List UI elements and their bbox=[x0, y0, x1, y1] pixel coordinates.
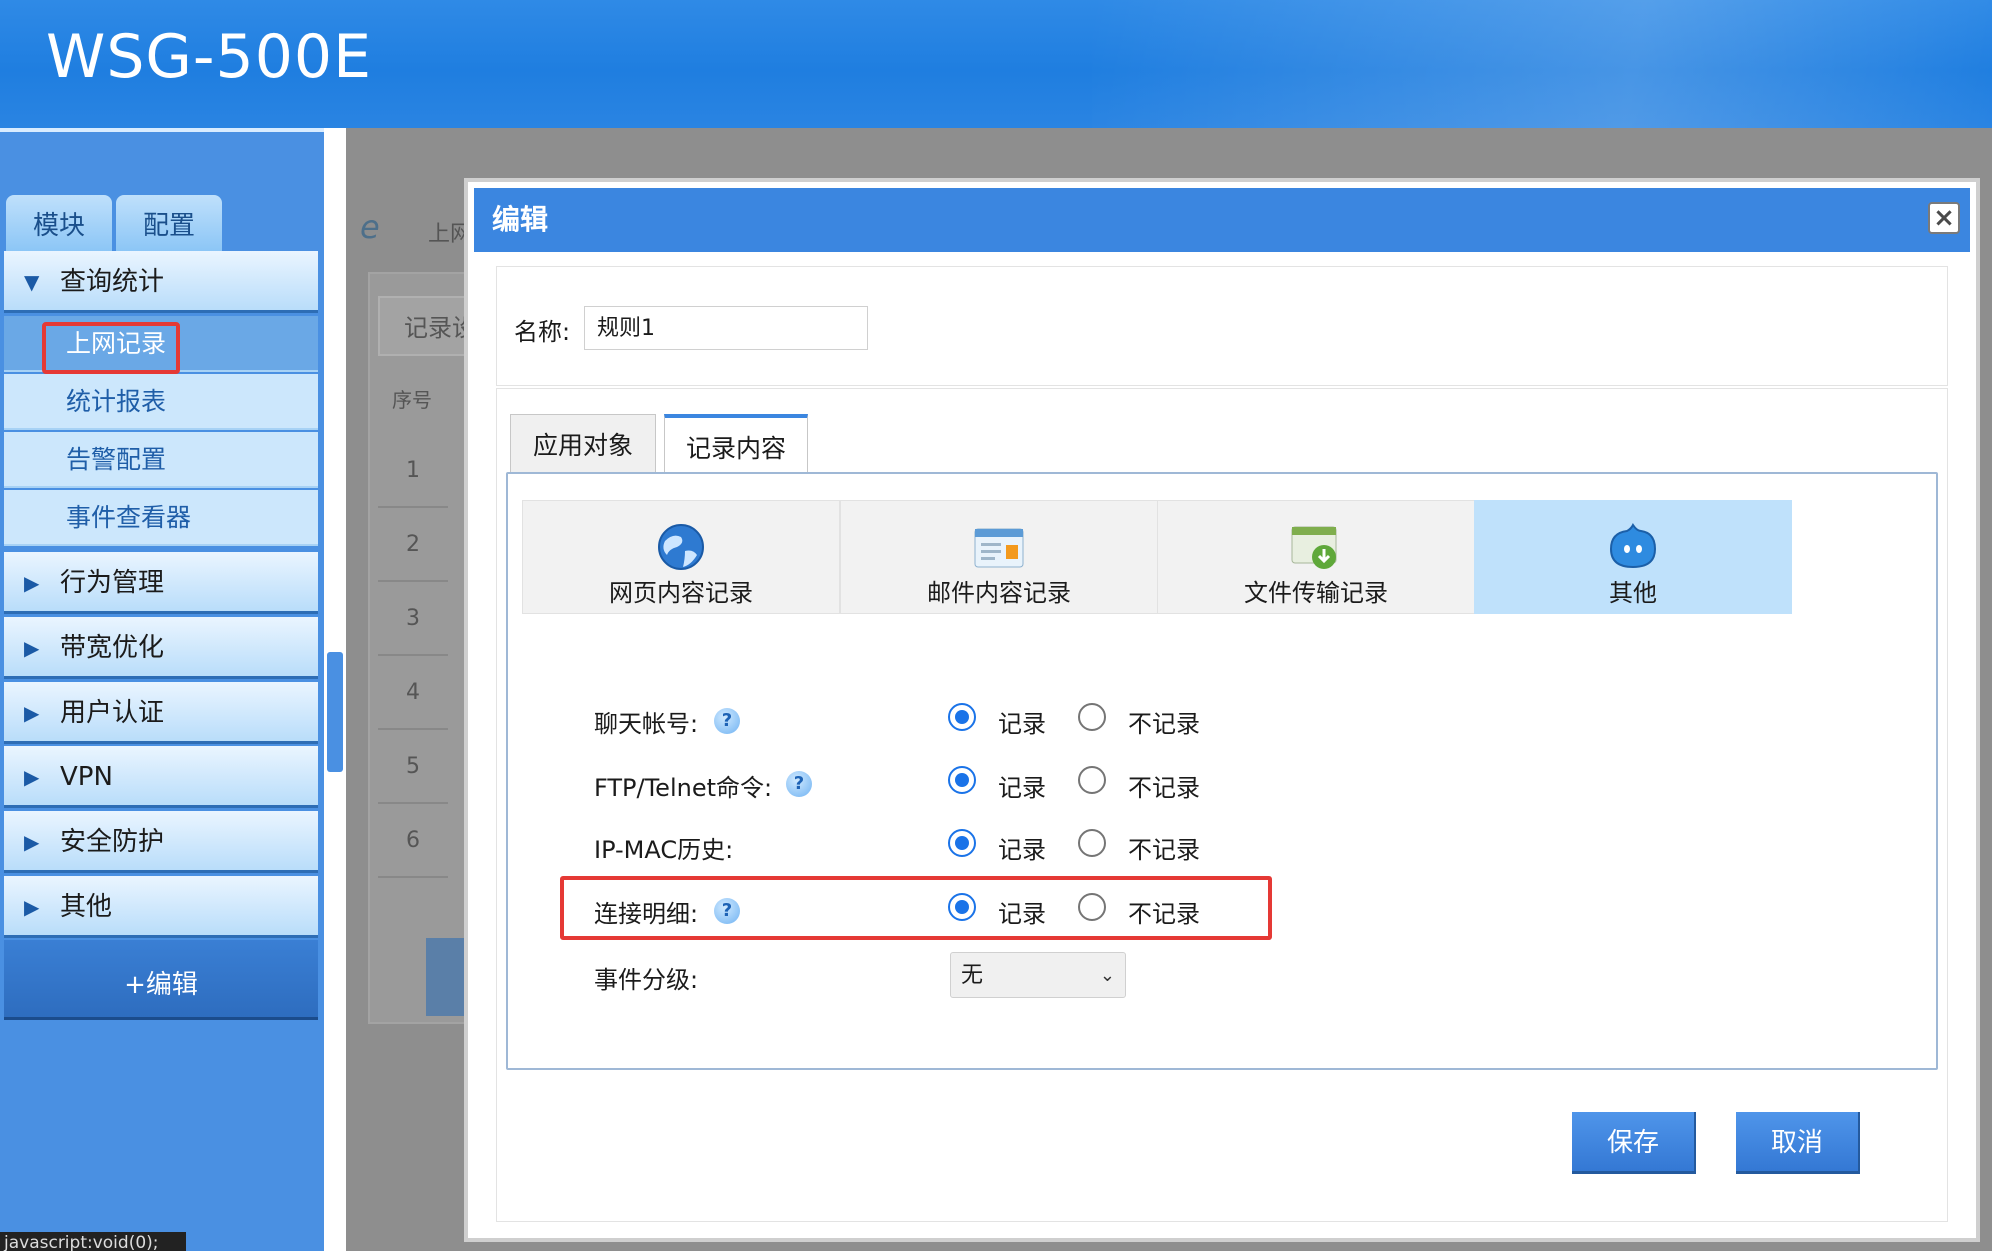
radio-label-no-record: 不记录 bbox=[1128, 710, 1200, 738]
event-level-value: 无 bbox=[961, 963, 984, 988]
chat-account-label: 聊天帐号: bbox=[594, 710, 699, 738]
sidebar-category-auth[interactable]: ▶ 用户认证 bbox=[4, 682, 318, 744]
sidebar-category-label: 其他 bbox=[60, 892, 113, 922]
sidebar-category-label: 安全防护 bbox=[60, 827, 165, 857]
name-input[interactable]: 规则1 bbox=[584, 306, 868, 350]
ip-mac-history-label: IP-MAC历史: bbox=[594, 836, 734, 864]
background-seq-header: 序号 bbox=[392, 388, 432, 412]
sidebar-category-bandwidth[interactable]: ▶ 带宽优化 bbox=[4, 617, 318, 679]
category-file-transfer[interactable]: 文件传输记录 bbox=[1157, 500, 1475, 614]
triangle-right-icon: ▶ bbox=[24, 765, 40, 789]
help-icon[interactable]: ? bbox=[786, 771, 812, 797]
table-row: 6 bbox=[378, 804, 448, 878]
name-label: 名称: bbox=[514, 318, 571, 346]
sidebar-item-label: 统计报表 bbox=[66, 387, 167, 416]
globe-icon bbox=[658, 524, 704, 570]
sidebar-category-vpn[interactable]: ▶ VPN bbox=[4, 746, 318, 808]
file-transfer-icon bbox=[1291, 526, 1337, 569]
triangle-right-icon: ▶ bbox=[24, 830, 40, 854]
sidebar-category-other[interactable]: ▶ 其他 bbox=[4, 876, 318, 938]
dialog-title: 编辑 bbox=[474, 188, 1970, 252]
triangle-right-icon: ▶ bbox=[24, 895, 40, 919]
chat-account-no-record-radio[interactable] bbox=[1078, 703, 1106, 731]
triangle-right-icon: ▶ bbox=[24, 701, 40, 725]
radio-label-no-record: 不记录 bbox=[1128, 836, 1200, 864]
sidebar-edit-button[interactable]: +编辑 bbox=[4, 940, 318, 1020]
chevron-down-icon: ⌄ bbox=[1099, 965, 1115, 986]
ip-mac-record-radio[interactable] bbox=[948, 829, 976, 857]
chat-bubble-icon bbox=[1609, 523, 1657, 569]
sidebar-tab-module[interactable]: 模块 bbox=[6, 195, 112, 251]
mail-icon bbox=[974, 528, 1024, 568]
chat-account-record-radio[interactable] bbox=[948, 703, 976, 731]
radio-label-record: 记录 bbox=[998, 774, 1046, 802]
save-button[interactable]: 保存 bbox=[1572, 1112, 1696, 1174]
highlight-box-sidebar bbox=[42, 322, 180, 374]
table-row: 2 bbox=[378, 508, 448, 582]
category-other[interactable]: 其他 bbox=[1474, 500, 1792, 614]
browser-icon: e bbox=[360, 208, 380, 246]
sidebar-category-label: VPN bbox=[60, 762, 113, 792]
sidebar-item-label: 事件查看器 bbox=[66, 503, 192, 532]
close-icon[interactable]: × bbox=[1928, 202, 1960, 234]
sidebar-item-stat-reports[interactable]: 统计报表 bbox=[4, 374, 318, 430]
category-label: 其他 bbox=[1609, 579, 1657, 607]
sidebar-category-label: 用户认证 bbox=[60, 698, 165, 728]
triangle-down-icon: ▼ bbox=[24, 270, 40, 294]
sidebar-item-event-viewer[interactable]: 事件查看器 bbox=[4, 490, 318, 546]
cancel-button[interactable]: 取消 bbox=[1736, 1112, 1860, 1174]
event-level-select[interactable]: 无 ⌄ bbox=[950, 952, 1126, 998]
tab-apply-object[interactable]: 应用对象 bbox=[510, 414, 656, 474]
radio-label-no-record: 不记录 bbox=[1128, 774, 1200, 802]
sidebar-category-behavior[interactable]: ▶ 行为管理 bbox=[4, 552, 318, 614]
table-row: 5 bbox=[378, 730, 448, 804]
triangle-right-icon: ▶ bbox=[24, 636, 40, 660]
sidebar-category-query[interactable]: ▼ 查询统计 bbox=[4, 251, 318, 313]
product-logo: WSG-500E bbox=[46, 22, 372, 92]
ftp-telnet-no-record-radio[interactable] bbox=[1078, 766, 1106, 794]
sidebar-category-security[interactable]: ▶ 安全防护 bbox=[4, 811, 318, 873]
category-web-content[interactable]: 网页内容记录 bbox=[522, 500, 840, 614]
event-level-label: 事件分级: bbox=[594, 966, 699, 994]
sidebar-category-label: 带宽优化 bbox=[60, 633, 165, 663]
sidebar-category-label: 查询统计 bbox=[60, 267, 165, 297]
radio-label-record: 记录 bbox=[998, 836, 1046, 864]
highlight-box-connection-detail bbox=[560, 876, 1272, 940]
help-icon[interactable]: ? bbox=[714, 708, 740, 734]
sidebar-item-alert-config[interactable]: 告警配置 bbox=[4, 432, 318, 488]
category-label: 网页内容记录 bbox=[609, 579, 753, 607]
triangle-right-icon: ▶ bbox=[24, 571, 40, 595]
sidebar-category-label: 行为管理 bbox=[60, 568, 165, 598]
category-label: 邮件内容记录 bbox=[927, 579, 1071, 607]
collapse-sidebar-handle[interactable] bbox=[327, 652, 343, 772]
ftp-telnet-label: FTP/Telnet命令: bbox=[594, 774, 773, 802]
table-row: 3 bbox=[378, 582, 448, 656]
status-bar: javascript:void(0); bbox=[0, 1232, 186, 1251]
category-mail-content[interactable]: 邮件内容记录 bbox=[840, 500, 1158, 614]
category-label: 文件传输记录 bbox=[1244, 579, 1388, 607]
table-row: 1 bbox=[378, 434, 448, 508]
radio-label-record: 记录 bbox=[998, 710, 1046, 738]
sidebar-item-label: 告警配置 bbox=[66, 445, 167, 474]
tab-record-content[interactable]: 记录内容 bbox=[664, 414, 808, 474]
ip-mac-no-record-radio[interactable] bbox=[1078, 829, 1106, 857]
sidebar-tab-config[interactable]: 配置 bbox=[116, 195, 222, 251]
table-row: 4 bbox=[378, 656, 448, 730]
ftp-telnet-record-radio[interactable] bbox=[948, 766, 976, 794]
